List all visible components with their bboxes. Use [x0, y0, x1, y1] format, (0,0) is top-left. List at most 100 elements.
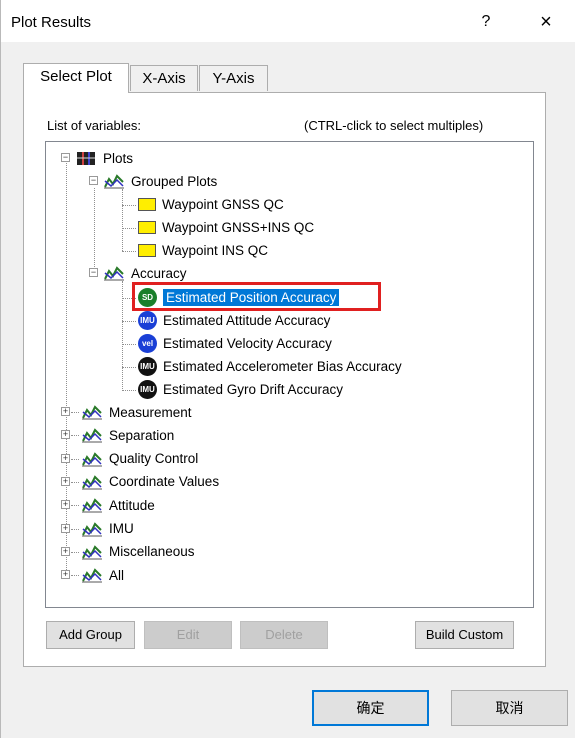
tree-node-miscellaneous[interactable]: Miscellaneous [81, 542, 195, 562]
plot-chart-icon [82, 451, 102, 467]
expand-toggle-coordinate-values[interactable]: + [61, 476, 70, 486]
tree-node-estimated-gyro-drift-accuracy[interactable]: IMU Estimated Gyro Drift Accuracy [138, 379, 343, 399]
cancel-button[interactable]: 取消 [451, 690, 568, 726]
plot-chart-icon [82, 405, 102, 420]
tree-node-label: All [109, 567, 125, 583]
tree-line [71, 412, 79, 413]
plot-chart-icon [82, 521, 102, 536]
plot-chart-icon [82, 498, 102, 513]
expand-toggle-attitude[interactable]: + [61, 500, 70, 510]
expand-toggle-miscellaneous[interactable]: + [61, 546, 70, 556]
tree-line [66, 163, 67, 578]
tree-node-estimated-accelerometer-bias-accuracy[interactable]: IMU Estimated Accelerometer Bias Accuracy [138, 356, 402, 376]
tree-node-waypoint-gnss-qc[interactable]: Waypoint GNSS QC [138, 194, 284, 214]
imu-badge-icon: IMU [138, 310, 157, 330]
tree-line [71, 458, 79, 460]
tree-node-waypoint-gnss-ins-qc[interactable]: Waypoint GNSS+INS QC [138, 217, 314, 237]
expand-toggle-all[interactable]: + [61, 570, 70, 580]
tree-node-label: Plots [103, 150, 134, 166]
folder-icon [138, 220, 156, 234]
tree-node-grouped-plots[interactable]: Grouped Plots [103, 171, 217, 191]
imu-badge-icon: IMU [138, 379, 157, 399]
tree-line [122, 228, 136, 229]
tree-node-label: Quality Control [109, 451, 199, 467]
help-button[interactable]: ? [466, 8, 506, 36]
window-title: Plot Results [11, 14, 92, 31]
tree-line [71, 481, 79, 483]
tree-node-imu[interactable]: IMU [81, 519, 134, 539]
tree-node-all[interactable]: All [81, 565, 124, 585]
annotation-highlight-box [132, 282, 381, 311]
vel-badge-icon: vel [138, 333, 157, 353]
tree-node-quality-control[interactable]: Quality Control [81, 449, 198, 469]
tree-line [122, 321, 136, 322]
plot-chart-icon [104, 174, 124, 189]
tree-line [122, 367, 136, 368]
plot-chart-icon [82, 475, 102, 490]
tree-line [71, 505, 79, 507]
tree-node-label: Grouped Plots [131, 173, 218, 189]
tree-node-label: Waypoint GNSS+INS QC [162, 219, 315, 235]
delete-button[interactable]: Delete [240, 621, 328, 649]
collapse-toggle-accuracy[interactable]: − [89, 268, 98, 277]
ctrl-click-hint: (CTRL-click to select multiples) [304, 118, 484, 133]
imu-badge-icon: IMU [138, 356, 157, 376]
ok-button[interactable]: 确定 [312, 690, 429, 726]
tree-node-label: Waypoint INS QC [162, 242, 269, 258]
tree-node-measurement[interactable]: Measurement [81, 402, 192, 422]
tree-node-label: Attitude [109, 497, 155, 513]
edit-button[interactable]: Edit [144, 621, 232, 649]
plot-chart-icon [82, 568, 102, 583]
build-custom-button[interactable]: Build Custom [415, 621, 514, 649]
tab-y-axis[interactable]: Y-Axis [199, 65, 268, 91]
folder-icon [138, 197, 156, 211]
tree-line [122, 205, 136, 206]
tab-x-axis[interactable]: X-Axis [130, 65, 198, 91]
collapse-toggle-grouped-plots[interactable]: − [89, 176, 98, 185]
tree-node-waypoint-ins-qc[interactable]: Waypoint INS QC [138, 240, 268, 260]
close-button[interactable]: × [526, 8, 566, 36]
tree-line [122, 390, 136, 391]
plot-results-dialog: Plot Results ? × Select Plot X-Axis Y-Ax… [0, 0, 575, 738]
collapse-toggle-plots[interactable]: − [61, 153, 70, 162]
tree-node-label: IMU [109, 521, 134, 536]
tree-node-label: Measurement [109, 404, 192, 420]
tree-node-coordinate-values[interactable]: Coordinate Values [81, 472, 219, 492]
title-bar: Plot Results ? × [1, 0, 575, 42]
expand-toggle-separation[interactable]: + [61, 430, 70, 440]
plot-chart-icon [82, 428, 102, 443]
tree-line [122, 251, 136, 252]
tree-line [122, 344, 136, 345]
plot-chart-icon [104, 266, 124, 281]
tree-node-label: Separation [109, 427, 175, 443]
tree-node-label: Coordinate Values [109, 474, 220, 490]
tree-node-label: Estimated Gyro Drift Accuracy [163, 381, 344, 397]
tree-line [71, 551, 79, 553]
tree-node-label: Miscellaneous [109, 544, 195, 560]
tree-node-label: Estimated Attitude Accuracy [163, 312, 331, 328]
tree-line [122, 189, 123, 251]
expand-toggle-quality-control[interactable]: + [61, 453, 70, 463]
tree-node-accuracy[interactable]: Accuracy [103, 263, 187, 283]
tree-node-estimated-attitude-accuracy[interactable]: IMU Estimated Attitude Accuracy [138, 310, 330, 330]
tree-line [71, 435, 79, 437]
expand-toggle-measurement[interactable]: + [61, 407, 70, 416]
tree-line [71, 528, 79, 530]
tab-select-plot[interactable]: Select Plot [23, 63, 129, 93]
folder-icon [138, 243, 156, 257]
plot-chart-icon [82, 545, 102, 560]
list-of-variables-label: List of variables: [47, 118, 141, 133]
tree-node-plots[interactable]: Plots [75, 148, 133, 168]
tree-node-estimated-velocity-accuracy[interactable]: vel Estimated Velocity Accuracy [138, 333, 332, 353]
tree-node-label: Accuracy [131, 265, 187, 281]
tree-node-attitude[interactable]: Attitude [81, 495, 155, 515]
tree-line [94, 188, 95, 273]
expand-toggle-imu[interactable]: + [61, 523, 70, 533]
tree-node-separation[interactable]: Separation [81, 425, 174, 445]
add-group-button[interactable]: Add Group [46, 621, 135, 649]
tree-node-label: Estimated Accelerometer Bias Accuracy [163, 358, 402, 374]
tree-node-label: Estimated Velocity Accuracy [163, 335, 332, 351]
plots-grid-icon [77, 151, 95, 165]
tree-line [71, 575, 79, 577]
tree-node-label: Waypoint GNSS QC [162, 196, 284, 212]
